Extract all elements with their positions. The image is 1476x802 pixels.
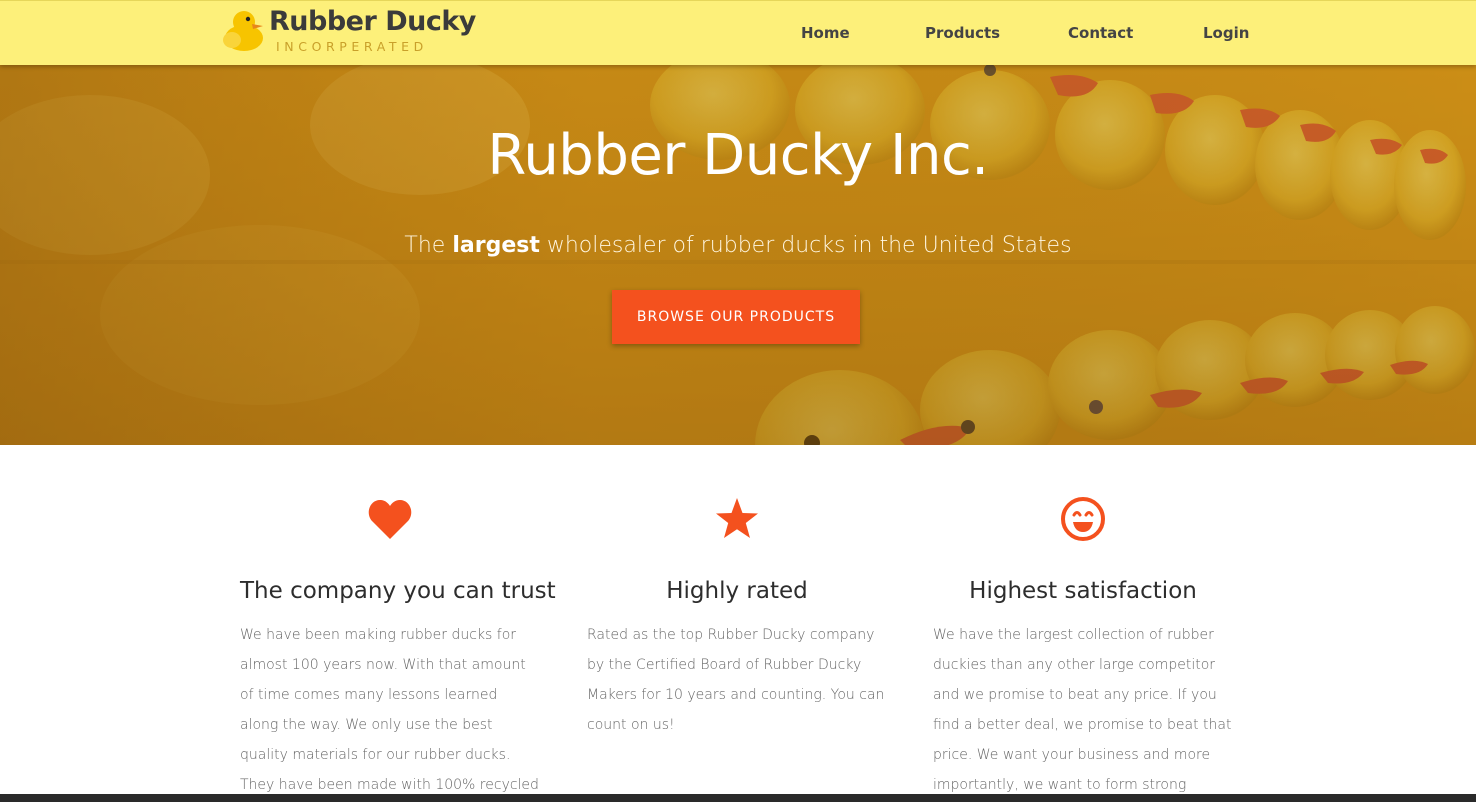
smiley-icon bbox=[1061, 497, 1105, 541]
star-icon bbox=[716, 498, 758, 538]
nav-contact[interactable]: Contact bbox=[1068, 24, 1133, 42]
hero-subtitle-before: The bbox=[404, 233, 453, 258]
nav-home[interactable]: Home bbox=[801, 24, 850, 42]
heart-icon bbox=[368, 500, 412, 539]
feature-satisfaction: Highest satisfaction We have the largest… bbox=[933, 495, 1233, 802]
navbar: Rubber Ducky INCORPERATED Home Products … bbox=[0, 0, 1476, 65]
browse-products-button[interactable]: BROWSE OUR PRODUCTS bbox=[612, 290, 860, 344]
hero-subtitle-emphasis: largest bbox=[452, 233, 540, 258]
nav-login[interactable]: Login bbox=[1203, 24, 1249, 42]
hero-subtitle-after: wholesaler of rubber ducks in the United… bbox=[539, 233, 1072, 258]
feature-title: Highest satisfaction bbox=[969, 578, 1197, 604]
feature-title: The company you can trust bbox=[240, 578, 556, 604]
feature-rated: Highly rated Rated as the top Rubber Duc… bbox=[587, 495, 887, 740]
brand-logo[interactable]: Rubber Ducky INCORPERATED bbox=[222, 5, 482, 59]
brand-subtitle: INCORPERATED bbox=[276, 39, 428, 54]
duck-icon bbox=[223, 11, 263, 51]
hero-title: Rubber Ducky Inc. bbox=[487, 123, 989, 188]
brand-title: Rubber Ducky bbox=[269, 6, 476, 37]
hero-subtitle: The largest wholesaler of rubber ducks i… bbox=[0, 233, 1476, 258]
feature-text: We have the largest collection of rubber… bbox=[933, 627, 1232, 793]
feature-trust: The company you can trust We have been m… bbox=[240, 495, 556, 802]
feature-text: Rated as the top Rubber Ducky company by… bbox=[587, 627, 885, 733]
footer-edge bbox=[0, 794, 1476, 802]
nav-products[interactable]: Products bbox=[925, 24, 1000, 42]
feature-title: Highly rated bbox=[666, 578, 808, 604]
feature-text: We have been making rubber ducks for alm… bbox=[240, 627, 539, 793]
hero-banner: Rubber Ducky Inc. The largest wholesaler… bbox=[0, 65, 1476, 445]
